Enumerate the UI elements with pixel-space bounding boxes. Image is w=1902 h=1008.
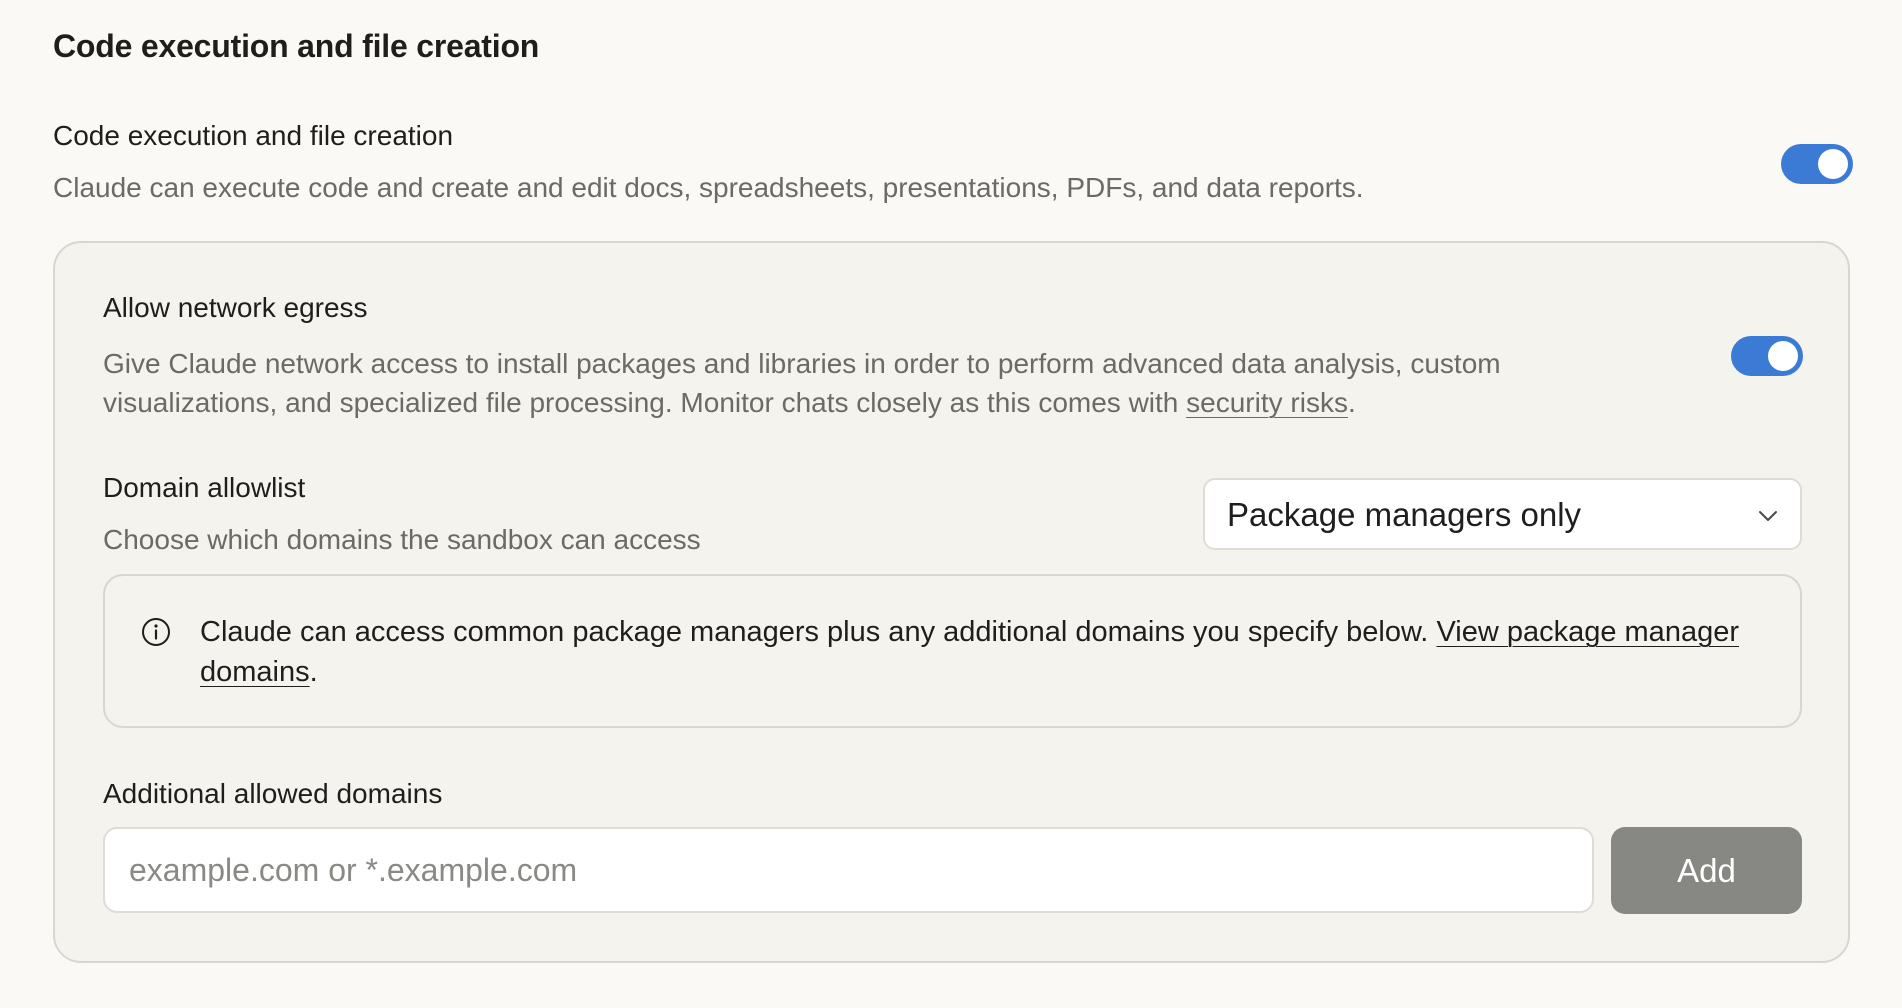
domain-allowlist-description: Choose which domains the sandbox can acc… [103, 524, 701, 555]
security-risks-link[interactable]: security risks [1186, 387, 1348, 418]
info-callout-text: Claude can access common package manager… [200, 612, 1760, 692]
domain-allowlist-selected-value: Package managers only [1227, 496, 1582, 533]
toggle-knob [1818, 149, 1848, 179]
settings-page: Code execution and file creation Code ex… [0, 0, 1902, 1008]
network-egress-description-end: . [1347, 387, 1356, 418]
network-egress-description: Give Claude network access to install pa… [103, 344, 1623, 422]
code-execution-description: Claude can execute code and create and e… [53, 172, 1364, 203]
info-callout-end: . [309, 656, 318, 688]
network-egress-label: Allow network egress [103, 292, 368, 323]
domain-allowlist-label: Domain allowlist [103, 472, 306, 503]
section-heading: Code execution and file creation [53, 28, 540, 64]
code-execution-toggle[interactable] [1781, 144, 1853, 184]
additional-domains-label: Additional allowed domains [103, 778, 443, 809]
domain-allowlist-select[interactable]: Package managers only [1203, 478, 1802, 550]
info-callout-message: Claude can access common package manager… [200, 616, 1437, 648]
add-domain-button[interactable]: Add [1611, 827, 1802, 914]
additional-domain-input[interactable] [103, 827, 1594, 913]
chevron-down-icon [1759, 511, 1777, 521]
network-egress-toggle[interactable] [1731, 336, 1803, 376]
info-icon [142, 618, 170, 646]
toggle-knob [1768, 341, 1798, 371]
code-execution-label: Code execution and file creation [53, 120, 454, 151]
